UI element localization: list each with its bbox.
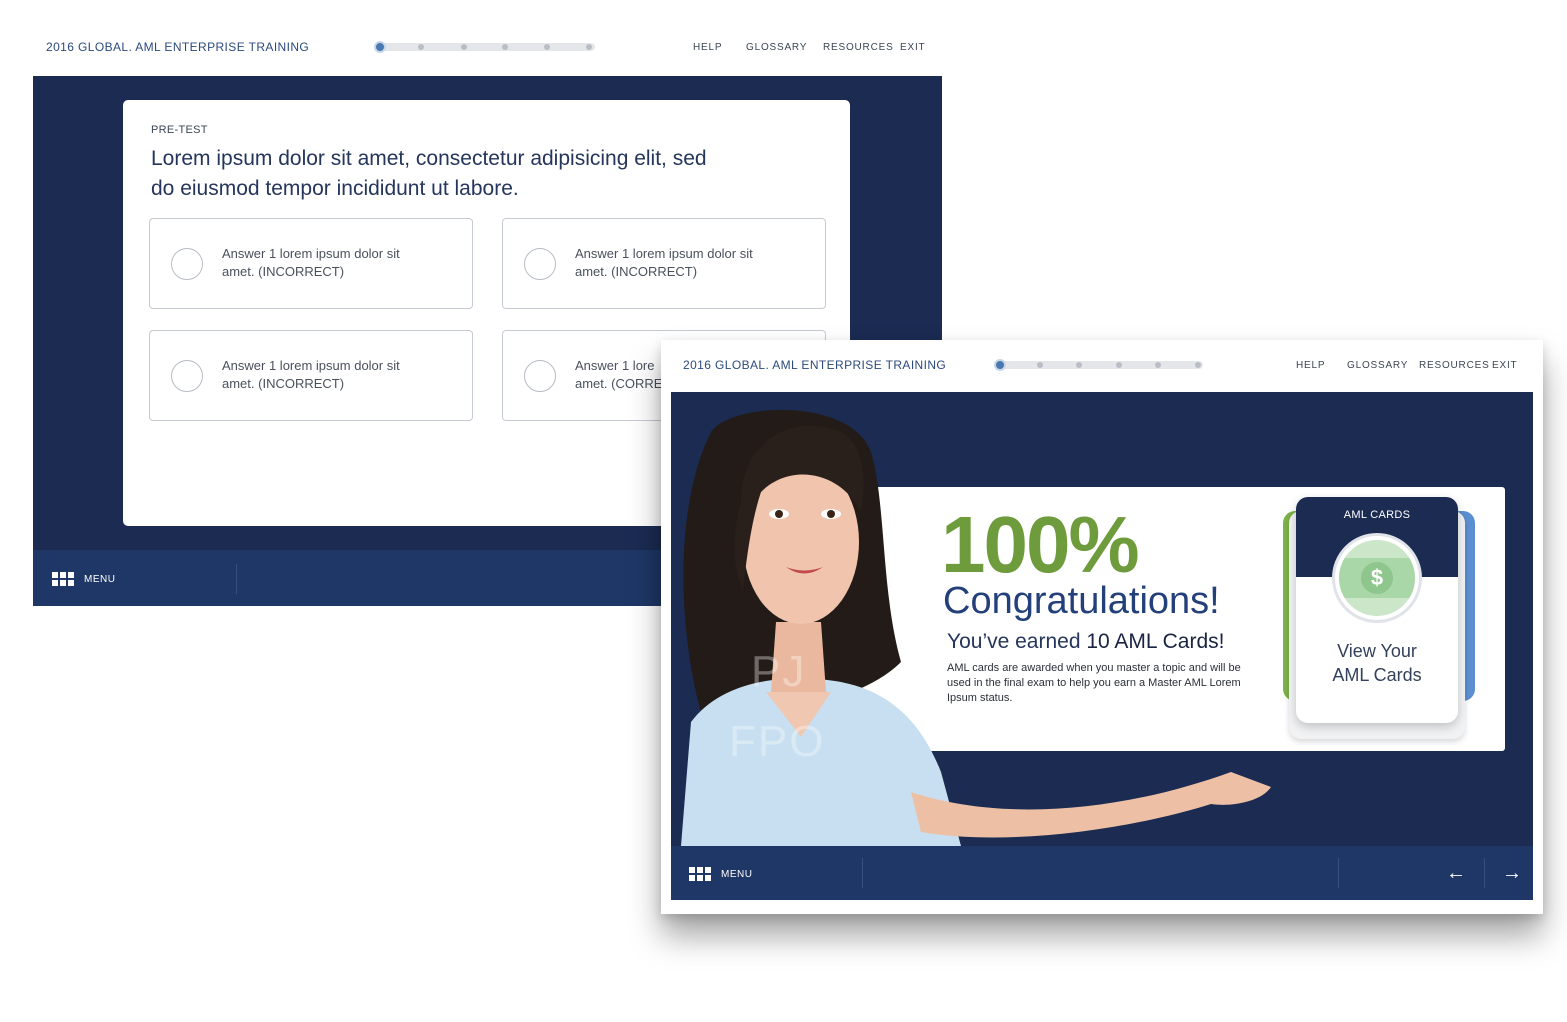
- resources-link[interactable]: RESOURCES: [823, 42, 894, 53]
- dollar-coin-icon: $: [1332, 533, 1422, 623]
- answer-line: Answer 1 lorem ipsum dolor sit: [575, 246, 753, 261]
- content-stage: 100% Congratulations! You’ve earned 10 A…: [671, 392, 1533, 846]
- arrow-right-icon[interactable]: →: [1497, 858, 1527, 888]
- app-title: 2016 GLOBAL. AML ENTERPRISE TRAINING: [683, 358, 947, 372]
- results-screen: 2016 GLOBAL. AML ENTERPRISE TRAINING HEL…: [661, 340, 1543, 914]
- menu-button[interactable]: MENU: [52, 572, 115, 586]
- divider: [1338, 858, 1339, 888]
- app-title: 2016 GLOBAL. AML ENTERPRISE TRAINING: [46, 40, 310, 54]
- glossary-link[interactable]: GLOSSARY: [746, 42, 807, 53]
- answer-line: Answer 1 lorem ipsum dolor sit: [222, 358, 400, 373]
- presenter-character-image: [681, 409, 1271, 846]
- progress-indicator: [994, 359, 1203, 371]
- view-cards-line: View Your: [1337, 641, 1417, 661]
- menu-label: MENU: [84, 573, 116, 585]
- progress-step: [1037, 362, 1043, 368]
- progress-step: [1155, 362, 1161, 368]
- grid-menu-icon: [689, 867, 711, 881]
- answer-line: amet. (INCORRECT): [575, 264, 698, 279]
- exit-link[interactable]: EXIT: [1492, 360, 1517, 371]
- divider: [862, 858, 863, 888]
- view-cards-link[interactable]: View Your AML Cards: [1296, 639, 1458, 687]
- radio-button[interactable]: [171, 248, 203, 280]
- progress-step: [544, 44, 550, 50]
- progress-step: [1116, 362, 1122, 368]
- divider: [1484, 858, 1485, 888]
- watermark-text: PJ: [751, 647, 807, 696]
- exit-link[interactable]: EXIT: [900, 42, 925, 53]
- divider: [236, 564, 237, 594]
- answer-option-2[interactable]: Answer 1 lorem ipsum dolor sit amet. (IN…: [502, 218, 826, 309]
- top-bar: 2016 GLOBAL. AML ENTERPRISE TRAINING HEL…: [33, 22, 942, 76]
- menu-label: MENU: [721, 868, 753, 880]
- glossary-link[interactable]: GLOSSARY: [1347, 360, 1408, 371]
- answer-line: amet. (INCORRECT): [222, 376, 345, 391]
- question-text: Lorem ipsum dolor sit amet, consectetur …: [151, 147, 707, 200]
- progress-step-current: [994, 359, 1006, 371]
- answer-option-3[interactable]: Answer 1 lorem ipsum dolor sit amet. (IN…: [149, 330, 473, 421]
- aml-card-stack: AML CARDS $ View Your AML Cards: [1281, 497, 1481, 747]
- radio-button[interactable]: [171, 360, 203, 392]
- view-cards-line: AML Cards: [1332, 665, 1422, 685]
- card-title: AML CARDS: [1343, 509, 1411, 521]
- answer-text: Answer 1 lorem ipsum dolor sit amet. (IN…: [222, 357, 442, 393]
- answer-option-1[interactable]: Answer 1 lorem ipsum dolor sit amet. (IN…: [149, 218, 473, 309]
- answer-text: Answer 1 lorem ipsum dolor sit amet. (IN…: [222, 245, 442, 281]
- progress-step: [418, 44, 424, 50]
- help-link[interactable]: HELP: [693, 42, 722, 53]
- progress-indicator: [374, 41, 595, 53]
- progress-step-current: [374, 41, 386, 53]
- answer-line: Answer 1 lorem ipsum dolor sit: [222, 246, 400, 261]
- aml-card[interactable]: AML CARDS $ View Your AML Cards: [1296, 497, 1458, 723]
- bottom-bar: MENU ← →: [671, 846, 1533, 900]
- grid-menu-icon: [52, 572, 74, 586]
- menu-button[interactable]: MENU: [689, 867, 752, 881]
- progress-step: [586, 44, 592, 50]
- answer-line: amet. (INCORRECT): [222, 264, 345, 279]
- top-bar: 2016 GLOBAL. AML ENTERPRISE TRAINING HEL…: [661, 340, 1543, 394]
- watermark-text: FPO: [729, 717, 826, 766]
- progress-step: [1195, 362, 1201, 368]
- arrow-left-icon[interactable]: ←: [1441, 858, 1471, 888]
- progress-step: [502, 44, 508, 50]
- help-link[interactable]: HELP: [1296, 360, 1325, 371]
- radio-button[interactable]: [524, 248, 556, 280]
- pretest-label: PRE-TEST: [151, 124, 208, 136]
- progress-step: [1076, 362, 1082, 368]
- dollar-sign-icon: $: [1361, 562, 1393, 594]
- resources-link[interactable]: RESOURCES: [1419, 360, 1490, 371]
- progress-step: [461, 44, 467, 50]
- radio-button[interactable]: [524, 360, 556, 392]
- answer-text: Answer 1 lorem ipsum dolor sit amet. (IN…: [575, 245, 795, 281]
